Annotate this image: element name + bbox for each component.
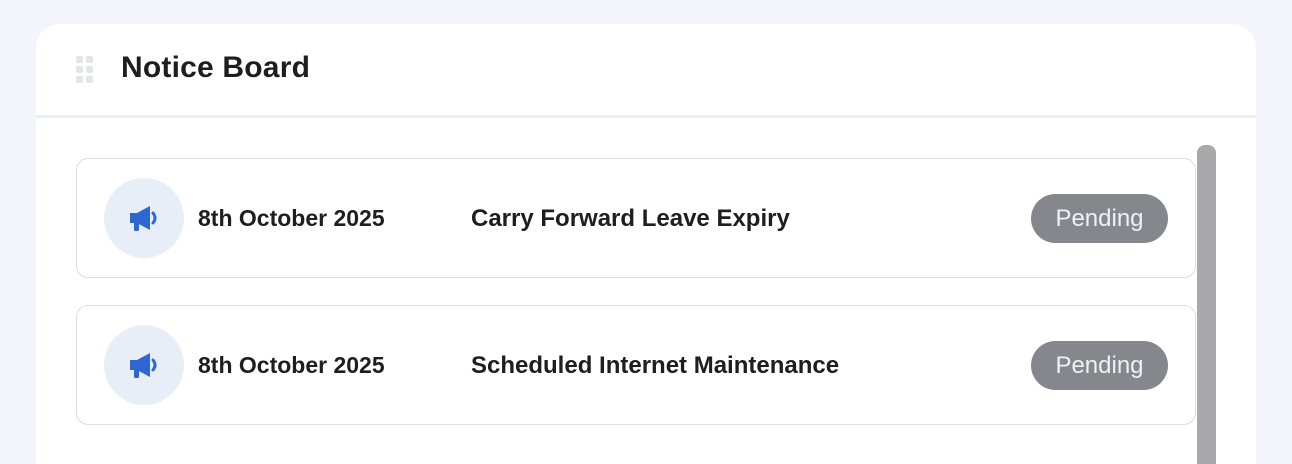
notice-item[interactable]: 8th October 2025 Scheduled Internet Main… (76, 305, 1196, 425)
widget-header: Notice Board (36, 24, 1256, 118)
notice-title[interactable]: Carry Forward Leave Expiry (471, 205, 790, 233)
notice-item[interactable]: 8th October 2025 Carry Forward Leave Exp… (76, 158, 1196, 278)
notice-title[interactable]: Scheduled Internet Maintenance (471, 352, 839, 380)
megaphone-icon (104, 325, 184, 405)
megaphone-icon (104, 178, 184, 258)
notice-date: 8th October 2025 (198, 352, 385, 378)
widget-title: Notice Board (121, 51, 311, 84)
scrollbar-thumb[interactable] (1197, 145, 1216, 464)
notice-date: 8th October 2025 (198, 205, 385, 231)
notice-board-widget: Notice Board 8th October 2025 Carry Forw… (36, 24, 1256, 464)
notice-list: 8th October 2025 Carry Forward Leave Exp… (76, 158, 1196, 452)
status-badge: Pending (1031, 341, 1168, 390)
drag-grip-icon[interactable] (76, 56, 94, 83)
status-badge: Pending (1031, 194, 1168, 243)
